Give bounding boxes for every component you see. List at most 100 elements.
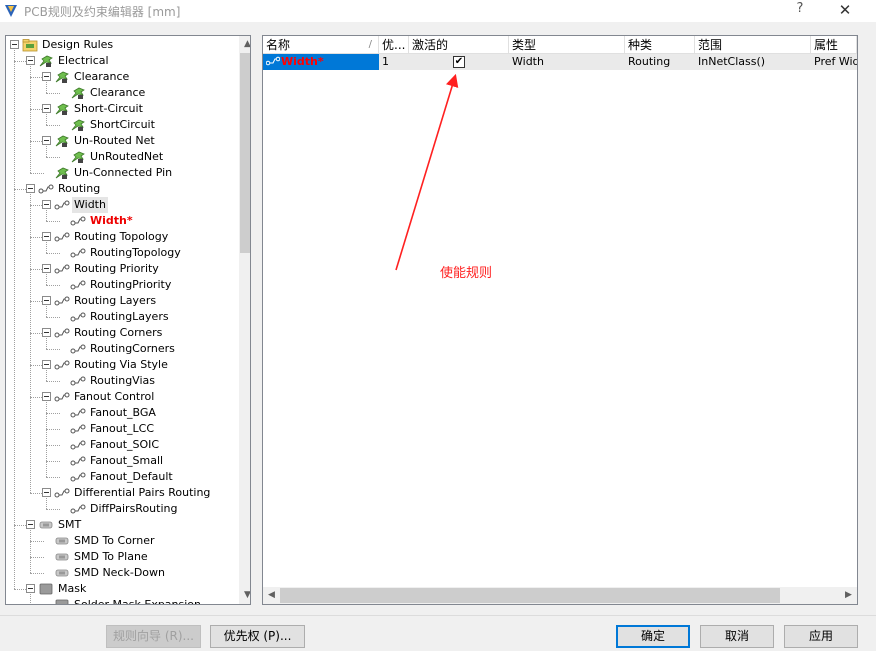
tree-vertical-scrollbar[interactable]: ▲ ▼: [239, 36, 250, 604]
tree-item[interactable]: Fanout_SOIC: [70, 437, 235, 453]
scroll-right-arrow-icon[interactable]: ▶: [840, 587, 857, 604]
tree-item[interactable]: Clearance: [54, 69, 235, 85]
tree-item-label: SMD Neck-Down: [74, 566, 165, 579]
collapse-toggle-icon[interactable]: [10, 40, 19, 49]
column-header-type[interactable]: 类型: [509, 36, 625, 54]
tree-item[interactable]: Electrical: [38, 53, 235, 69]
collapse-toggle-icon[interactable]: [42, 200, 51, 209]
tree-item[interactable]: RoutingTopology: [70, 245, 235, 261]
collapse-toggle-icon[interactable]: [26, 520, 35, 529]
column-header-kind[interactable]: 种类: [625, 36, 695, 54]
tree-item[interactable]: Short-Circuit: [54, 101, 235, 117]
tree-connector-line: [46, 317, 60, 318]
collapse-toggle-icon[interactable]: [42, 328, 51, 337]
collapse-toggle-icon[interactable]: [42, 264, 51, 273]
priorities-button[interactable]: 优先权 (P)...: [210, 625, 305, 648]
tree-item[interactable]: Routing: [38, 181, 235, 197]
electrical-rule-icon: [39, 55, 53, 67]
ok-button[interactable]: 确定: [616, 625, 690, 648]
scroll-left-arrow-icon[interactable]: ◀: [263, 587, 280, 604]
tree-item[interactable]: Routing Corners: [54, 325, 235, 341]
rules-tree[interactable]: Design Rules Electrical Clearance Clearance…: [5, 35, 251, 605]
tree-item[interactable]: SMD To Corner: [54, 533, 235, 549]
tree-scroll-thumb[interactable]: [240, 53, 250, 253]
tree-item[interactable]: ShortCircuit: [70, 117, 235, 133]
column-header-name[interactable]: 名称 /: [263, 36, 379, 54]
tree-item[interactable]: DiffPairsRouting: [70, 501, 235, 517]
collapse-toggle-icon[interactable]: [42, 360, 51, 369]
tree-item[interactable]: Routing Priority: [54, 261, 235, 277]
tree-item[interactable]: Un-Connected Pin: [54, 165, 235, 181]
rule-wizard-button[interactable]: 规则向导 (R)...: [106, 625, 201, 648]
rules-grid[interactable]: 名称 / 优... 激活的 类型 种类 范围 属性 Width* 1 ✔ Widt…: [262, 35, 858, 605]
collapse-toggle-icon[interactable]: [26, 184, 35, 193]
apply-button[interactable]: 应用: [784, 625, 858, 648]
tree-item[interactable]: SMD To Plane: [54, 549, 235, 565]
column-header-enabled[interactable]: 激活的: [409, 36, 509, 54]
close-button[interactable]: ✕: [832, 0, 858, 20]
table-row[interactable]: Width* 1 ✔ Width Routing InNetClass() Pr…: [263, 54, 857, 70]
tree-item[interactable]: Routing Via Style: [54, 357, 235, 373]
tree-item-label: Routing Corners: [74, 326, 163, 339]
tree-item[interactable]: RoutingPriority: [70, 277, 235, 293]
tree-item[interactable]: Differential Pairs Routing: [54, 485, 235, 501]
collapse-toggle-icon[interactable]: [42, 392, 51, 401]
tree-item[interactable]: Fanout_LCC: [70, 421, 235, 437]
column-header-scope[interactable]: 范围: [695, 36, 811, 54]
tree-item-label: DiffPairsRouting: [90, 502, 178, 515]
enabled-checkbox[interactable]: ✔: [453, 56, 465, 68]
collapse-toggle-icon[interactable]: [42, 232, 51, 241]
collapse-toggle-icon[interactable]: [42, 488, 51, 497]
collapse-toggle-icon[interactable]: [42, 296, 51, 305]
tree-item[interactable]: Width*: [70, 213, 235, 229]
tree-item[interactable]: UnRoutedNet: [70, 149, 235, 165]
tree-item[interactable]: Design Rules: [22, 37, 235, 53]
tree-item-label: RoutingTopology: [90, 246, 181, 259]
grid-horizontal-scrollbar[interactable]: ◀ ▶: [263, 587, 857, 604]
tree-item[interactable]: RoutingCorners: [70, 341, 235, 357]
type-cell: Width: [512, 55, 544, 68]
help-button[interactable]: ?: [790, 1, 810, 19]
rule-name-cell[interactable]: Width*: [263, 54, 379, 70]
smt-rule-icon: [39, 521, 53, 529]
tree-item[interactable]: Un-Routed Net: [54, 133, 235, 149]
grid-header: 名称 / 优... 激活的 类型 种类 范围 属性: [263, 36, 857, 54]
tree-item[interactable]: Mask: [38, 581, 235, 597]
grid-scroll-thumb[interactable]: [280, 588, 780, 603]
cancel-button[interactable]: 取消: [700, 625, 774, 648]
column-header-priority[interactable]: 优...: [379, 36, 409, 54]
tree-item[interactable]: Width: [54, 197, 235, 213]
tree-item[interactable]: Routing Topology: [54, 229, 235, 245]
routing-rule-icon: [70, 456, 86, 466]
scroll-up-arrow-icon[interactable]: ▲: [239, 36, 250, 53]
tree-item[interactable]: Solder Mask Expansion: [54, 597, 235, 604]
tree-item[interactable]: Routing Layers: [54, 293, 235, 309]
tree-item[interactable]: Fanout_Small: [70, 453, 235, 469]
button-bar: 规则向导 (R)... 优先权 (P)... 确定 取消 应用: [0, 615, 876, 651]
tree-item-label: Fanout_Small: [90, 454, 164, 467]
collapse-toggle-icon[interactable]: [42, 72, 51, 81]
tree-item[interactable]: SMD Neck-Down: [54, 565, 235, 581]
collapse-toggle-icon[interactable]: [42, 136, 51, 145]
tree-item[interactable]: Clearance: [70, 85, 235, 101]
tree-item-label: SMD To Plane: [74, 550, 148, 563]
tree-item[interactable]: RoutingLayers: [70, 309, 235, 325]
kind-cell: Routing: [628, 55, 671, 68]
collapse-toggle-icon[interactable]: [26, 56, 35, 65]
collapse-toggle-icon[interactable]: [26, 584, 35, 593]
tree-item-label: Fanout_SOIC: [90, 438, 160, 451]
tree-item[interactable]: Fanout_BGA: [70, 405, 235, 421]
short-circuit-rule-icon: [71, 119, 85, 131]
scroll-down-arrow-icon[interactable]: ▼: [239, 587, 250, 604]
tree-connector-line: [46, 82, 47, 93]
tree-item-label: Fanout Control: [74, 390, 155, 403]
unrouted-net-rule-icon: [55, 135, 69, 147]
column-header-attributes[interactable]: 属性: [811, 36, 857, 54]
collapse-toggle-icon[interactable]: [42, 104, 51, 113]
routing-rule-icon: [70, 280, 86, 290]
tree-item[interactable]: Fanout_Default: [70, 469, 235, 485]
tree-item[interactable]: RoutingVias: [70, 373, 235, 389]
tree-item-label: Width: [72, 197, 108, 213]
tree-item[interactable]: SMT: [38, 517, 235, 533]
tree-item[interactable]: Fanout Control: [54, 389, 235, 405]
